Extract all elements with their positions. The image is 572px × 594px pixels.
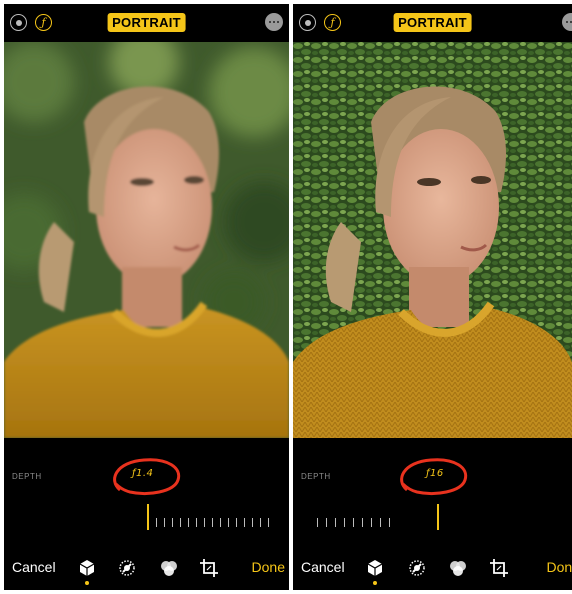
depth-label: DEPTH — [12, 472, 42, 481]
depth-slider[interactable] — [313, 500, 443, 530]
live-photo-icon[interactable] — [10, 14, 27, 31]
slider-tick — [252, 518, 253, 527]
slider-tick — [212, 518, 213, 527]
more-options-icon[interactable] — [265, 13, 283, 31]
slider-tick — [353, 518, 354, 527]
portrait-lighting-cube-icon[interactable] — [365, 558, 385, 578]
aperture-f-icon[interactable]: ƒ — [35, 14, 52, 31]
more-options-icon[interactable] — [562, 13, 572, 31]
portrait-mode-badge[interactable]: PORTRAIT — [393, 13, 472, 32]
slider-tick — [220, 518, 221, 527]
slider-tick — [172, 518, 173, 527]
slider-tick — [389, 518, 390, 527]
slider-thumb[interactable] — [147, 504, 149, 530]
slider-tick — [196, 518, 197, 527]
slider-tick — [236, 518, 237, 527]
portrait-photo — [293, 42, 572, 438]
slider-tick — [204, 518, 205, 527]
filters-icon[interactable] — [448, 558, 468, 578]
slider-tick — [268, 518, 269, 527]
aperture-value: ƒ16 — [426, 468, 444, 479]
slider-tick — [188, 518, 189, 527]
portrait-photo-blurred — [4, 42, 289, 438]
portrait-photo-sharp — [293, 42, 572, 438]
editor-panel-right: ƒ PORTRAIT DEPTH ƒ16 Cancel Don — [293, 4, 572, 590]
slider-tick — [371, 518, 372, 527]
slider-tick — [326, 518, 327, 527]
top-bar: ƒ PORTRAIT — [293, 4, 572, 44]
slider-tick — [164, 518, 165, 527]
depth-slider[interactable] — [144, 500, 284, 530]
bottom-toolbar: Cancel Done — [4, 552, 289, 588]
aperture-value: ƒ1.4 — [132, 468, 154, 479]
slider-tick — [344, 518, 345, 527]
active-tool-indicator — [373, 581, 377, 585]
done-button[interactable]: Done — [252, 559, 285, 575]
crop-icon[interactable] — [199, 558, 219, 578]
filters-icon[interactable] — [159, 558, 179, 578]
top-bar: ƒ PORTRAIT — [4, 4, 289, 44]
adjust-dial-icon[interactable] — [407, 558, 427, 578]
slider-tick — [180, 518, 181, 527]
slider-tick — [156, 518, 157, 527]
slider-thumb[interactable] — [437, 504, 439, 530]
crop-icon[interactable] — [489, 558, 509, 578]
slider-tick — [362, 518, 363, 527]
cancel-button[interactable]: Cancel — [12, 559, 56, 575]
editor-panel-left: ƒ PORTRAIT DEPTH ƒ1.4 Cancel Done — [4, 4, 289, 590]
portrait-mode-badge[interactable]: PORTRAIT — [107, 13, 186, 32]
slider-tick — [380, 518, 381, 527]
slider-tick — [317, 518, 318, 527]
done-button[interactable]: Done — [547, 559, 572, 575]
active-tool-indicator — [85, 581, 89, 585]
depth-label: DEPTH — [301, 472, 331, 481]
portrait-photo — [4, 42, 289, 438]
portrait-lighting-cube-icon[interactable] — [77, 558, 97, 578]
cancel-button[interactable]: Cancel — [301, 559, 345, 575]
adjust-dial-icon[interactable] — [117, 558, 137, 578]
live-photo-icon[interactable] — [299, 14, 316, 31]
bottom-toolbar: Cancel Done — [293, 552, 572, 588]
slider-tick — [260, 518, 261, 527]
slider-tick — [244, 518, 245, 527]
aperture-f-icon[interactable]: ƒ — [324, 14, 341, 31]
slider-tick — [335, 518, 336, 527]
slider-tick — [228, 518, 229, 527]
